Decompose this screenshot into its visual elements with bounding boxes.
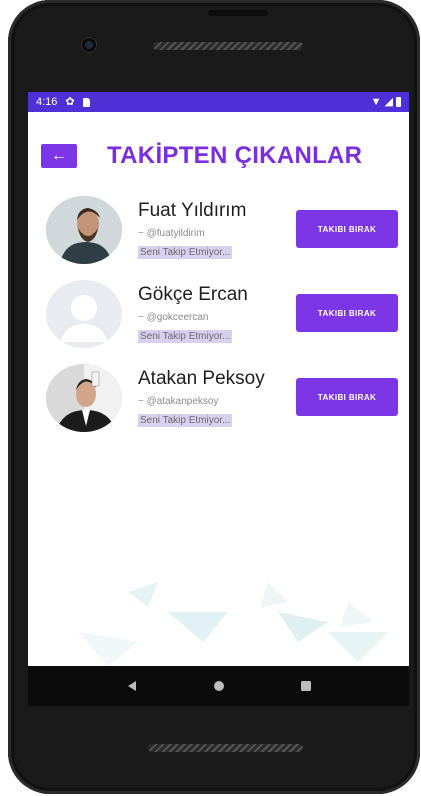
status-bar: 4:16 ✿ ▼ ◢ <box>28 92 409 112</box>
avatar[interactable] <box>46 280 122 348</box>
placeholder-person-icon <box>46 280 122 348</box>
back-triangle-icon[interactable] <box>122 676 142 696</box>
bottom-speaker-grille <box>148 744 303 752</box>
back-button[interactable]: ← <box>41 144 77 168</box>
unfollow-button[interactable]: TAKIBI BIRAK <box>296 294 398 332</box>
signal-icon: ◢ <box>384 95 393 108</box>
avatar[interactable] <box>46 364 122 432</box>
list-item: Fuat Yıldırım ~ @fuatyildirim Seni Takip… <box>28 196 409 280</box>
system-navigation-bar <box>28 666 409 706</box>
top-speaker-grille <box>153 42 303 50</box>
phone-earpiece <box>208 10 268 16</box>
arrow-left-icon: ← <box>51 147 67 164</box>
background-decoration <box>78 582 388 666</box>
front-camera <box>82 38 96 52</box>
wifi-icon: ▼ <box>370 95 382 108</box>
follow-status-badge: Seni Takip Etmiyor... <box>138 330 233 343</box>
user-handle: ~ @fuatyildirim <box>138 228 205 239</box>
status-time: 4:16 <box>36 96 58 108</box>
unfollow-button[interactable]: TAKIBI BIRAK <box>296 378 398 416</box>
app-screen: 4:16 ✿ ▼ ◢ ← TAKİPTEN ÇIKANLAR Fuat Yıld… <box>28 92 409 666</box>
photo-man-bearded-icon <box>46 196 122 264</box>
follow-status-badge: Seni Takip Etmiyor... <box>138 246 233 259</box>
user-name: Fuat Yıldırım <box>138 200 247 221</box>
recents-square-icon[interactable] <box>296 676 316 696</box>
page-title: TAKİPTEN ÇIKANLAR <box>107 142 363 169</box>
user-name: Atakan Peksoy <box>138 368 265 389</box>
user-handle: ~ @gokceercan <box>138 312 209 323</box>
unfollow-button[interactable]: TAKIBI BIRAK <box>296 210 398 248</box>
user-name: Gökçe Ercan <box>138 284 248 305</box>
app-header: ← TAKİPTEN ÇIKANLAR <box>41 138 401 174</box>
photo-man-suit-icon <box>46 364 122 432</box>
follow-status-badge: Seni Takip Etmiyor... <box>138 414 233 427</box>
gear-icon: ✿ <box>65 95 75 108</box>
battery-icon <box>396 97 401 107</box>
list-item: Gökçe Ercan ~ @gokceercan Seni Takip Etm… <box>28 280 409 364</box>
home-circle-icon[interactable] <box>209 676 229 696</box>
list-item: Atakan Peksoy ~ @atakanpeksoy Seni Takip… <box>28 364 409 448</box>
sd-card-icon <box>82 97 90 107</box>
avatar[interactable] <box>46 196 122 264</box>
user-handle: ~ @atakanpeksoy <box>138 396 219 407</box>
